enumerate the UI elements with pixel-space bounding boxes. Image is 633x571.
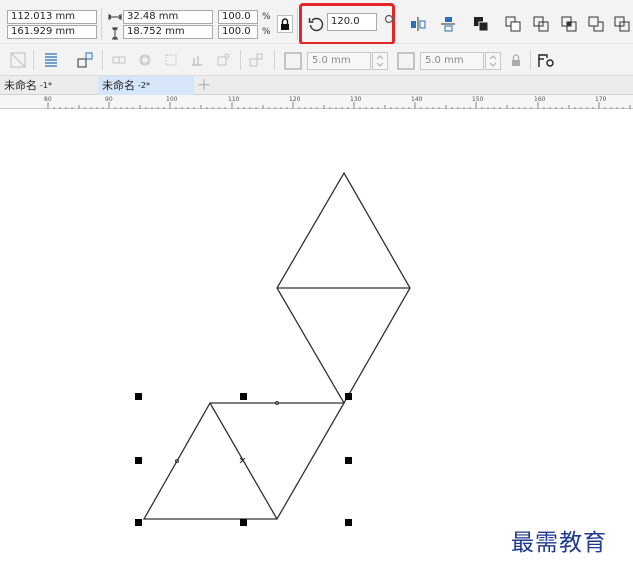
boolean-disabled-icon bbox=[137, 52, 153, 68]
selection-handle-top-right[interactable] bbox=[345, 393, 352, 400]
mirror-vertical-icon[interactable] bbox=[438, 14, 458, 34]
outline-corner-icon bbox=[283, 51, 303, 71]
tab-label: 未命名 bbox=[102, 79, 135, 92]
rotate-icon bbox=[307, 15, 325, 33]
group-disabled-icon bbox=[163, 52, 179, 68]
width-icon bbox=[107, 11, 122, 23]
ruler-tick-label: 150 bbox=[472, 96, 484, 103]
property-bar: 112.013 mm 161.929 mm 32.48 mm 18.752 mm… bbox=[0, 0, 633, 45]
document-tabs: 未命名 -1* 未命名 -2* + bbox=[0, 76, 633, 95]
tab-label: 未命名 bbox=[4, 79, 37, 92]
divider bbox=[297, 8, 298, 40]
ruler-tick-label: 130 bbox=[350, 96, 362, 103]
ruler-tick-label: 120 bbox=[289, 96, 301, 103]
mirror-horizontal-icon[interactable] bbox=[408, 14, 428, 34]
divider bbox=[102, 50, 103, 70]
y-position-field[interactable]: 161.929 mm bbox=[7, 25, 97, 39]
scale-x-field[interactable]: 100.0 bbox=[218, 10, 258, 24]
watermark-logo: 最需教育 bbox=[511, 530, 607, 556]
selection-handle-middle-left[interactable] bbox=[135, 457, 142, 464]
text-wrap-icon[interactable] bbox=[42, 51, 60, 69]
height-icon bbox=[110, 26, 120, 40]
drawing-canvas[interactable] bbox=[0, 110, 633, 571]
height-field[interactable]: 18.752 mm bbox=[123, 25, 213, 39]
trim-icon[interactable] bbox=[531, 14, 551, 34]
scale-x-unit: % bbox=[262, 12, 271, 22]
toolbar-row-2: 5.0 mm 5.0 mm bbox=[0, 44, 633, 76]
ruler-tick-label: 170 bbox=[595, 96, 607, 103]
selection-handle-bottom-left[interactable] bbox=[135, 519, 142, 526]
x-position-field[interactable]: 112.013 mm bbox=[7, 10, 97, 24]
outline-width-field-2[interactable]: 5.0 mm bbox=[420, 52, 484, 70]
intersect-icon[interactable] bbox=[559, 14, 579, 34]
selection-handle-top-middle[interactable] bbox=[240, 393, 247, 400]
divider bbox=[101, 8, 102, 40]
spinner-icon[interactable] bbox=[485, 52, 501, 70]
add-tab-button[interactable]: + bbox=[194, 77, 214, 94]
ruler-tick-label: 110 bbox=[228, 96, 240, 103]
rotation-angle-field[interactable]: 120.0 bbox=[327, 13, 377, 31]
width-field[interactable]: 32.48 mm bbox=[123, 10, 213, 24]
outline-corner-icon-2 bbox=[396, 51, 416, 71]
combine-icon[interactable] bbox=[471, 14, 491, 34]
outline-width-field-1[interactable]: 5.0 mm bbox=[307, 52, 371, 70]
ruler-tick-label: 100 bbox=[166, 96, 178, 103]
divider bbox=[33, 50, 34, 70]
lock-ratio-icon[interactable] bbox=[277, 15, 293, 33]
divider bbox=[240, 50, 241, 70]
scale-y-field[interactable]: 100.0 bbox=[218, 25, 258, 39]
selection-handle-bottom-middle[interactable] bbox=[240, 519, 247, 526]
rotation-center-icon[interactable] bbox=[383, 13, 395, 25]
lock-disabled-icon bbox=[508, 52, 524, 68]
quick-customize-icon[interactable] bbox=[535, 50, 557, 70]
node-disabled-icon bbox=[248, 52, 264, 68]
divider bbox=[530, 50, 531, 70]
tab-suffix: -1* bbox=[40, 81, 52, 90]
drawing-svg bbox=[135, 171, 411, 526]
tab-suffix: -2* bbox=[138, 81, 150, 90]
selection-handle-bottom-right[interactable] bbox=[345, 519, 352, 526]
ruler-tick-label: 140 bbox=[411, 96, 423, 103]
ruler-tick-label: 80 bbox=[44, 96, 52, 103]
front-minus-back-icon[interactable] bbox=[612, 14, 632, 34]
weld-icon[interactable] bbox=[503, 14, 523, 34]
shape-tool-disabled-icon bbox=[111, 52, 127, 68]
ruler-tick-label: 160 bbox=[534, 96, 546, 103]
selection-handle-middle-right[interactable] bbox=[345, 457, 352, 464]
align-distribute-icon[interactable] bbox=[9, 51, 27, 69]
convert-disabled-icon bbox=[215, 52, 231, 68]
ruler-tick-label: 90 bbox=[105, 96, 113, 103]
scale-y-unit: % bbox=[262, 27, 271, 37]
simplify-icon[interactable] bbox=[586, 14, 606, 34]
tab-document-1[interactable]: 未命名 -1* bbox=[0, 76, 98, 95]
divider bbox=[274, 50, 275, 70]
horizontal-ruler[interactable]: 80 90 100 110 120 130 140 150 160 170 bbox=[0, 95, 633, 109]
spinner-icon[interactable] bbox=[372, 52, 388, 70]
tab-document-2[interactable]: 未命名 -2* bbox=[98, 76, 194, 95]
selection-handle-top-left[interactable] bbox=[135, 393, 142, 400]
align-disabled-icon bbox=[189, 52, 205, 68]
node-edit-icon[interactable] bbox=[76, 51, 94, 69]
